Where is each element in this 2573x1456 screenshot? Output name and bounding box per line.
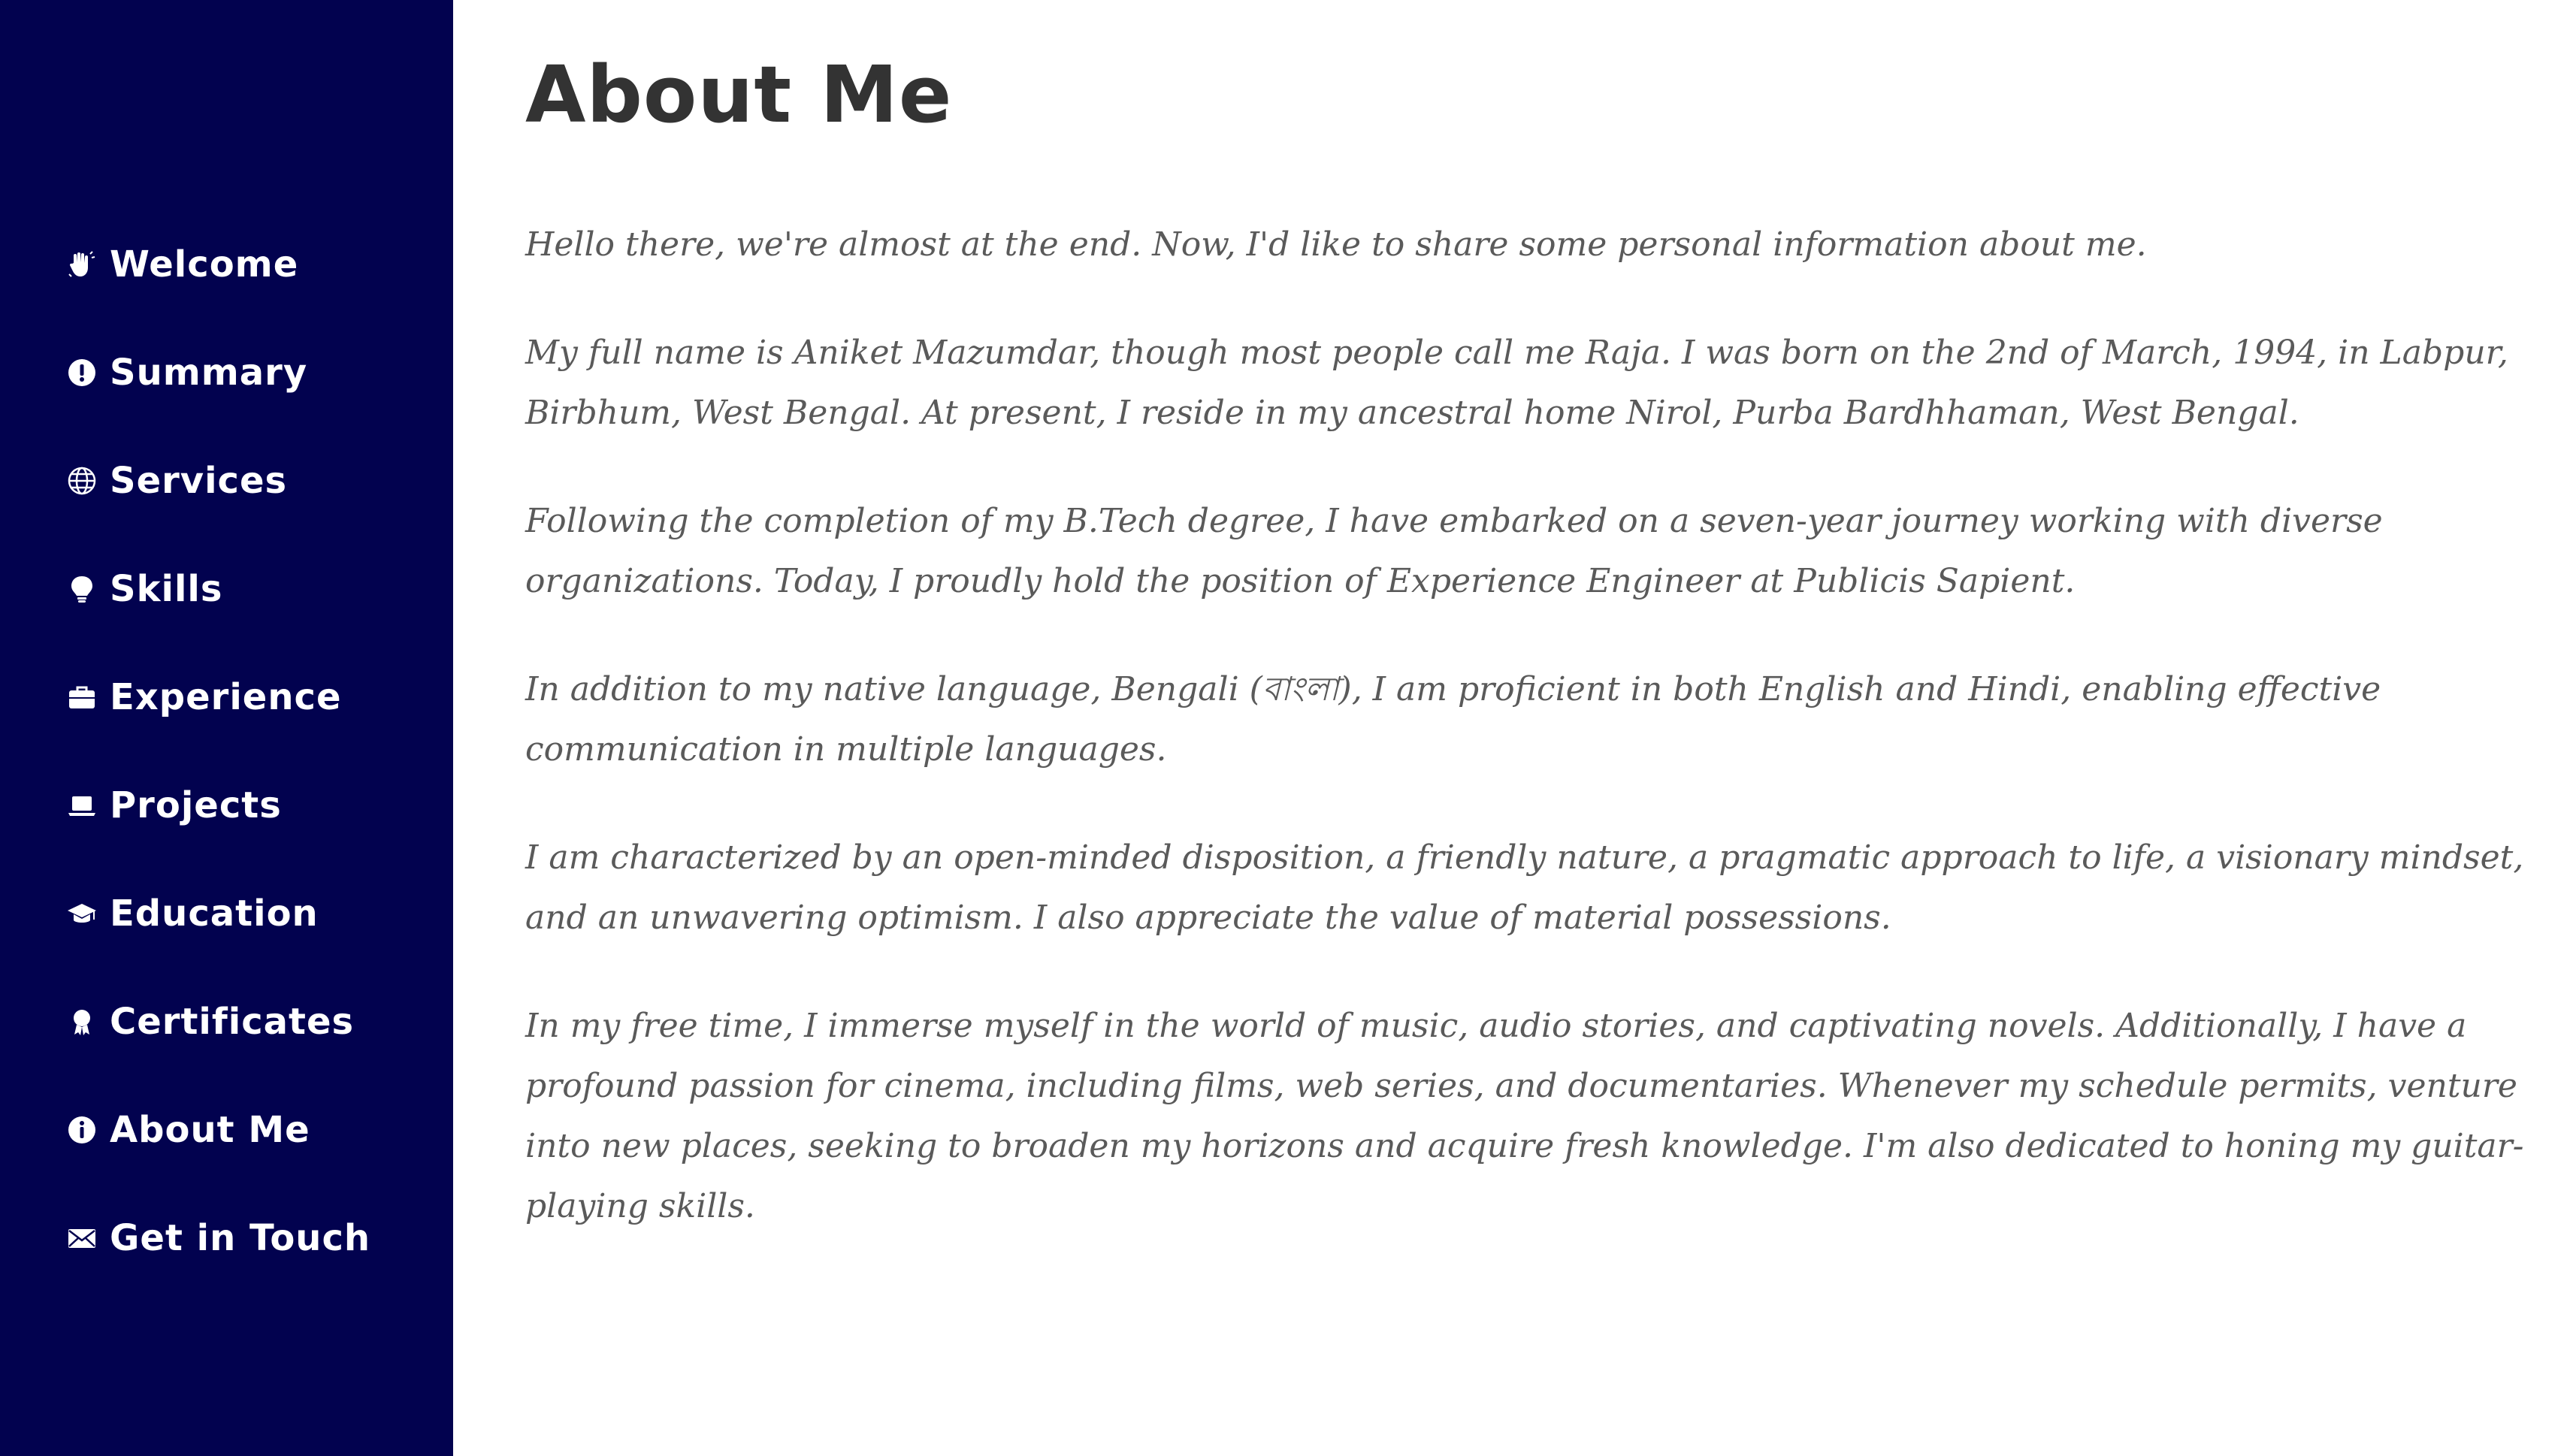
page: Welcome Summary Services Skills Experien… — [0, 0, 2573, 1456]
main-content: About Me Hello there, we're almost at th… — [525, 0, 2524, 1285]
sidebar-item-label: Certificates — [110, 1001, 355, 1043]
sidebar-item-summary[interactable]: Summary — [66, 319, 370, 427]
sidebar-item-label: Education — [110, 893, 319, 935]
sidebar-item-label: Projects — [110, 784, 282, 826]
sidebar-item-services[interactable]: Services — [66, 427, 370, 535]
sidebar-item-label: About Me — [110, 1109, 310, 1151]
info-circle-icon — [66, 1114, 98, 1146]
lightbulb-icon — [66, 573, 98, 605]
globe-icon — [66, 465, 98, 497]
graduation-cap-icon — [66, 898, 98, 929]
sidebar-item-projects[interactable]: Projects — [66, 751, 370, 859]
hand-wave-icon — [66, 249, 98, 280]
sidebar-item-experience[interactable]: Experience — [66, 643, 370, 751]
sidebar-item-certificates[interactable]: Certificates — [66, 968, 370, 1076]
envelope-icon — [66, 1222, 98, 1254]
paragraph-character: I am characterized by an open-minded dis… — [525, 838, 2524, 937]
sidebar-nav: Welcome Summary Services Skills Experien… — [66, 210, 370, 1292]
sidebar-item-skills[interactable]: Skills — [66, 535, 370, 643]
paragraph-personal: My full name is Aniket Mazumdar, though … — [525, 334, 2508, 432]
sidebar-item-education[interactable]: Education — [66, 859, 370, 968]
exclamation-circle-icon — [66, 357, 98, 388]
sidebar-item-label: Skills — [110, 568, 223, 610]
paragraph-career: Following the completion of my B.Tech de… — [525, 502, 2383, 600]
paragraph-languages: In addition to my native language, Benga… — [525, 670, 2381, 769]
paragraph-intro: Hello there, we're almost at the end. No… — [525, 225, 2147, 264]
sidebar-item-about-me[interactable]: About Me — [66, 1076, 370, 1184]
sidebar: Welcome Summary Services Skills Experien… — [0, 0, 453, 1456]
sidebar-item-label: Services — [110, 460, 288, 502]
about-content: Hello there, we're almost at the end. No… — [525, 215, 2524, 1237]
sidebar-item-label: Get in Touch — [110, 1217, 371, 1259]
laptop-icon — [66, 790, 98, 821]
sidebar-item-label: Welcome — [110, 243, 299, 285]
paragraph-hobbies: In my free time, I immerse myself in the… — [525, 1007, 2524, 1225]
sidebar-item-label: Summary — [110, 352, 308, 394]
sidebar-item-welcome[interactable]: Welcome — [66, 210, 370, 319]
page-title: About Me — [525, 49, 953, 140]
briefcase-icon — [66, 681, 98, 713]
sidebar-item-label: Experience — [110, 676, 342, 718]
sidebar-item-get-in-touch[interactable]: Get in Touch — [66, 1184, 370, 1292]
award-icon — [66, 1006, 98, 1038]
